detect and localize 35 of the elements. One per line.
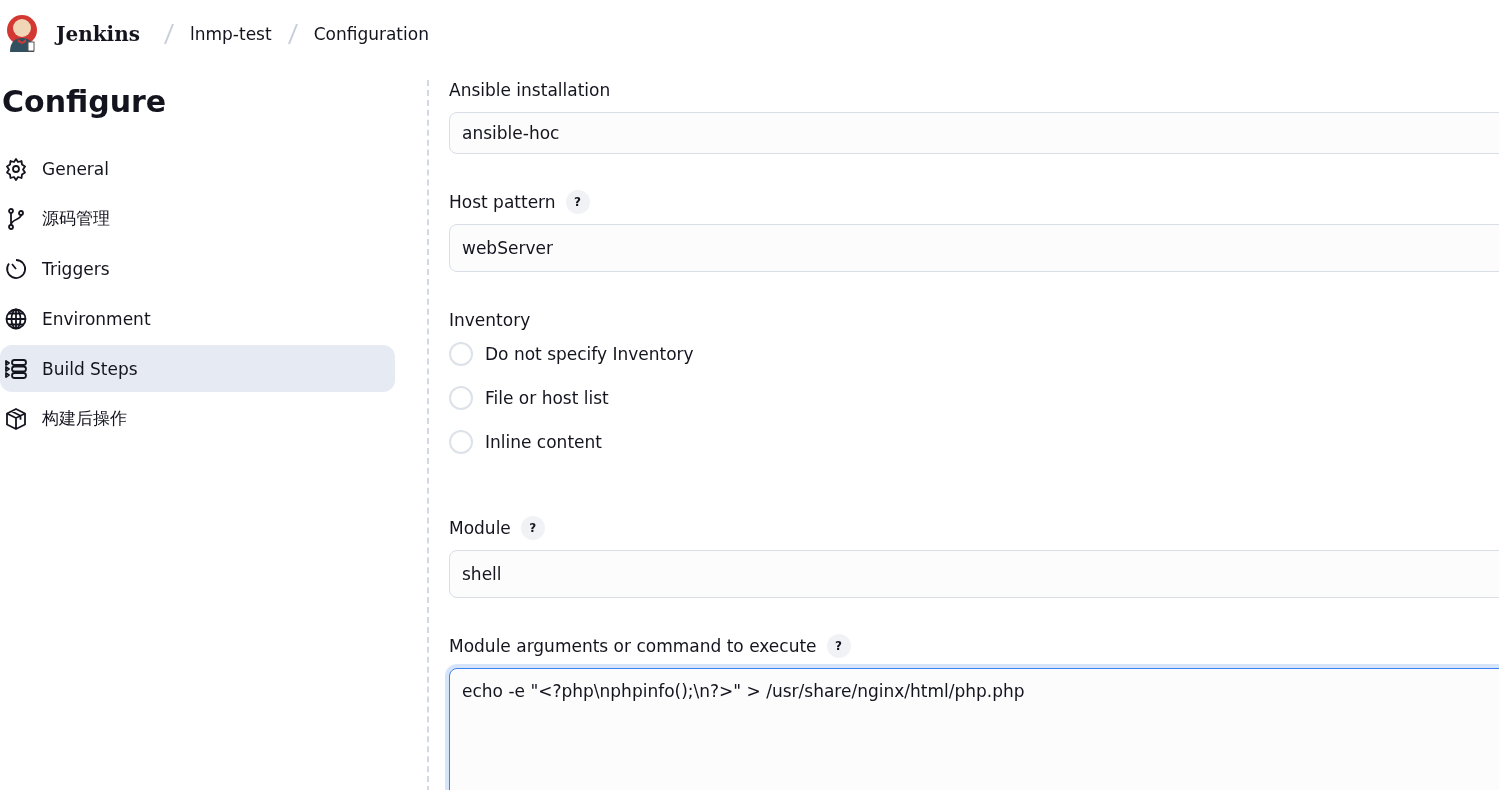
list-icon bbox=[4, 356, 28, 381]
field-label: Host pattern bbox=[449, 192, 556, 212]
separator-icon bbox=[287, 23, 298, 45]
field-label: Ansible installation bbox=[449, 80, 611, 100]
settings-icon bbox=[4, 156, 28, 181]
jenkins-home-link[interactable]: Jenkins bbox=[56, 22, 140, 46]
field-label: Module arguments or command to execute bbox=[449, 636, 817, 656]
package-icon bbox=[4, 406, 28, 431]
help-button[interactable]: ? bbox=[520, 516, 545, 540]
separator-icon bbox=[164, 23, 174, 45]
sidebar-item[interactable]: Build Steps bbox=[0, 345, 395, 392]
sidebar-item[interactable]: Environment bbox=[0, 295, 395, 342]
help-button[interactable]: ? bbox=[565, 190, 590, 214]
butler-logo-icon[interactable] bbox=[6, 14, 38, 54]
sidebar-item[interactable]: Triggers bbox=[0, 245, 395, 292]
sidebar-item[interactable]: 构建后操作 bbox=[0, 395, 395, 442]
radio-button[interactable] bbox=[449, 386, 473, 410]
radio-label[interactable]: File or host list bbox=[485, 388, 609, 408]
sidebar-item[interactable]: General bbox=[0, 145, 395, 192]
breadcrumb-link[interactable]: Configuration bbox=[313, 24, 429, 44]
text-field[interactable]: ansible-hoc bbox=[449, 112, 1499, 154]
field-label: Module bbox=[449, 518, 511, 538]
page-title: Configure bbox=[2, 84, 168, 119]
text-field[interactable]: shell bbox=[449, 550, 1499, 598]
radio-button[interactable] bbox=[449, 342, 473, 366]
help-button[interactable]: ? bbox=[826, 634, 851, 658]
globe-icon bbox=[4, 306, 28, 331]
breadcrumb-link[interactable]: lnmp-test bbox=[190, 24, 272, 44]
radio-label[interactable]: Inline content bbox=[485, 432, 602, 452]
field-label: Inventory bbox=[449, 310, 531, 330]
timer-icon bbox=[4, 256, 28, 281]
sidebar-item[interactable]: 源码管理 bbox=[0, 195, 395, 242]
text-field[interactable]: webServer bbox=[449, 224, 1499, 272]
radio-label[interactable]: Do not specify Inventory bbox=[485, 344, 694, 364]
radio-button[interactable] bbox=[449, 430, 473, 454]
